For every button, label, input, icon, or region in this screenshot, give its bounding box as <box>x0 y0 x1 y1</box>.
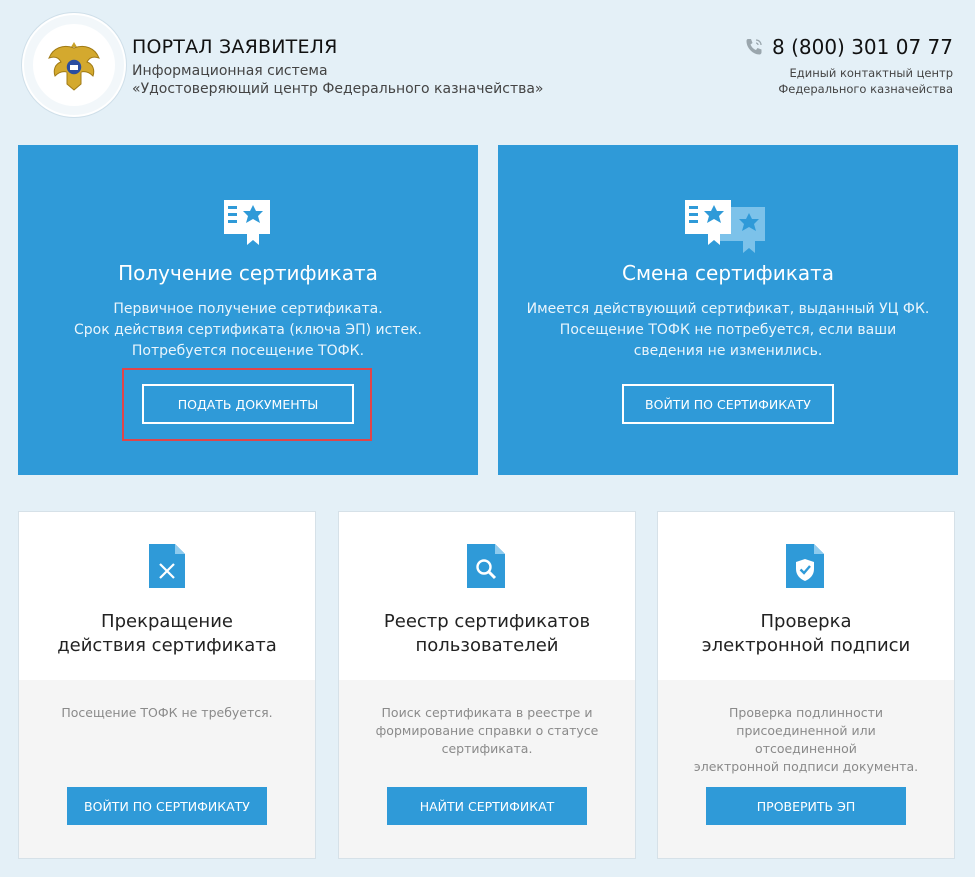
title-line: Прекращение <box>101 611 233 632</box>
desc-line: Потребуется посещение ТОФК. <box>131 343 365 359</box>
desc-line: присоединенной или отсоединенной <box>736 723 876 756</box>
card-title: Прекращение действия сертификата <box>19 610 315 658</box>
card-title: Проверка электронной подписи <box>658 610 954 658</box>
contact-line2: Федерального казначейства <box>778 82 953 96</box>
desc-line: Срок действия сертификата (ключа ЭП) ист… <box>74 322 422 338</box>
title-line: Проверка <box>760 611 852 632</box>
card-revoke-certificate: Прекращение действия сертификата Посещен… <box>18 511 316 859</box>
title-line: Реестр сертификатов <box>383 611 591 632</box>
desc-line: Посещение ТОФК не потребуется, если ваши <box>559 322 897 338</box>
desc-line: Посещение ТОФК не требуется. <box>61 705 273 720</box>
certificate-icon <box>224 200 270 245</box>
card-description: Поиск сертификата в реестре и формирован… <box>369 704 605 758</box>
submit-documents-button[interactable]: ПОДАТЬ ДОКУМЕНТЫ <box>142 384 354 424</box>
desc-line: сведения не изменились. <box>633 343 823 359</box>
document-shield-icon <box>786 544 824 588</box>
subtitle-line1: Информационная система <box>132 63 328 79</box>
phone-block: 8 (800) 301 07 77 <box>744 35 953 59</box>
phone-number[interactable]: 8 (800) 301 07 77 <box>772 35 953 59</box>
card-title: Реестр сертификатов пользователей <box>339 610 635 658</box>
portal-subtitle: Информационная система «Удостоверяющий ц… <box>132 62 544 98</box>
certificate-change-icon <box>685 200 765 253</box>
find-certificate-button[interactable]: НАЙТИ СЕРТИФИКАТ <box>387 787 587 825</box>
title-line: пользователей <box>415 635 559 656</box>
card-title: Получение сертификата <box>118 261 378 285</box>
subtitle-line2: «Удостоверяющий центр Федерального казна… <box>132 81 544 97</box>
desc-line: Имеется действующий сертификат, выданный… <box>526 301 930 317</box>
verify-signature-button[interactable]: ПРОВЕРИТЬ ЭП <box>706 787 906 825</box>
card-description: Первичное получение сертификата. Срок де… <box>38 299 458 362</box>
document-cross-icon <box>149 544 185 588</box>
double-headed-eagle-emblem-icon <box>48 42 100 91</box>
desc-line: электронной подписи документа. <box>693 759 919 774</box>
desc-line: сертификата. <box>441 741 533 756</box>
card-title: Смена сертификата <box>621 261 835 285</box>
desc-line: Первичное получение сертификата. <box>113 301 383 317</box>
card-certificate-registry: Реестр сертификатов пользователей Поиск … <box>338 511 636 859</box>
contact-line1: Единый контактный центр <box>789 66 953 80</box>
desc-line: Проверка подлинности <box>728 705 883 720</box>
card-get-certificate: Получение сертификата Первичное получени… <box>18 145 478 475</box>
contact-center: Единый контактный центр Федерального каз… <box>778 65 953 97</box>
desc-line: формирование справки о статусе <box>375 723 599 738</box>
card-description: Имеется действующий сертификат, выданный… <box>518 299 938 362</box>
document-search-icon <box>467 544 505 588</box>
logo <box>22 13 126 117</box>
title-line: действия сертификата <box>57 635 277 656</box>
portal-title: ПОРТАЛ ЗАЯВИТЕЛЯ <box>132 36 338 58</box>
login-by-certificate-button[interactable]: ВОЙТИ ПО СЕРТИФИКАТУ <box>622 384 834 424</box>
card-verify-signature: Проверка электронной подписи Проверка по… <box>657 511 955 859</box>
card-description: Посещение ТОФК не требуется. <box>49 704 285 722</box>
desc-line: Поиск сертификата в реестре и <box>381 705 593 720</box>
card-description: Проверка подлинности присоединенной или … <box>688 704 924 776</box>
title-line: электронной подписи <box>701 635 911 656</box>
phone-icon <box>746 39 762 55</box>
login-by-certificate-button-2[interactable]: ВОЙТИ ПО СЕРТИФИКАТУ <box>67 787 267 825</box>
card-change-certificate: Смена сертификата Имеется действующий се… <box>498 145 958 475</box>
